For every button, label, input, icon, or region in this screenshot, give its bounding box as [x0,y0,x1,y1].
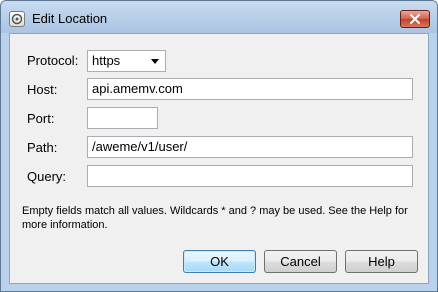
window-title: Edit Location [32,11,108,26]
chevron-down-icon [151,59,159,64]
protocol-select[interactable]: https [87,50,166,72]
help-text: Empty fields match all values. Wildcards… [22,205,408,231]
help-button[interactable]: Help [345,250,418,273]
cancel-button[interactable]: Cancel [264,250,337,273]
title-bar[interactable]: Edit Location [1,1,437,33]
path-label: Path: [27,140,58,155]
path-input[interactable]: /aweme/v1/user/ [87,136,413,158]
close-icon [410,14,420,24]
query-label: Query: [27,169,67,184]
dialog-content: Protocol: https Host: api.amemv.com Port… [9,33,429,284]
ok-button[interactable]: OK [183,250,256,273]
host-input[interactable]: api.amemv.com [87,78,413,100]
close-button[interactable] [400,10,430,28]
protocol-label: Protocol: [27,53,79,68]
port-input[interactable] [87,107,158,129]
protocol-select-value: https [92,53,121,68]
app-icon [9,11,25,27]
query-input[interactable] [87,165,413,187]
host-label: Host: [27,82,58,97]
port-label: Port: [27,111,55,126]
edit-location-dialog: Edit Location Protocol: https Host: api.… [0,0,438,292]
